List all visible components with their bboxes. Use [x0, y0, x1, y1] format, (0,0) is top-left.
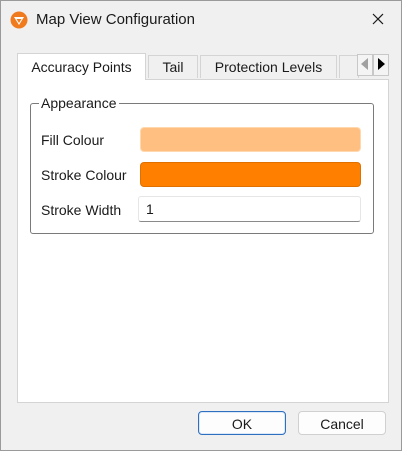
appearance-group: Appearance Fill Colour Stroke Colour Str…	[30, 94, 374, 234]
chevron-right-icon	[377, 57, 385, 73]
app-logo-icon	[10, 11, 28, 29]
stroke-width-input[interactable]	[138, 196, 361, 222]
tab-tail[interactable]: Tail	[148, 55, 198, 78]
tab-strip: Accuracy Points Tail Protection Levels	[17, 53, 391, 80]
tab-protection-levels[interactable]: Protection Levels	[200, 55, 337, 78]
ok-button[interactable]: OK	[198, 411, 286, 435]
tab-label: Accuracy Points	[31, 59, 132, 75]
tab-scroll-right-button[interactable]	[373, 54, 389, 76]
window-title: Map View Configuration	[36, 11, 195, 28]
tab-scroll-left-button[interactable]	[357, 54, 373, 76]
stroke-colour-label: Stroke Colour	[41, 167, 127, 183]
stroke-width-label: Stroke Width	[41, 202, 122, 218]
stroke-colour-swatch[interactable]	[140, 162, 361, 187]
cancel-button[interactable]: Cancel	[298, 411, 386, 435]
close-icon	[372, 12, 384, 28]
fill-colour-swatch[interactable]	[140, 127, 361, 152]
tab-label: Tail	[162, 59, 184, 75]
dialog-window: Map View Configuration Accuracy Points T…	[0, 0, 402, 451]
title-bar[interactable]: Map View Configuration	[1, 1, 401, 39]
close-button[interactable]	[355, 1, 401, 39]
tab-accuracy-points[interactable]: Accuracy Points	[17, 53, 146, 80]
chevron-left-icon	[361, 57, 369, 73]
appearance-group-title: Appearance	[39, 94, 119, 112]
tab-scroll-buttons	[357, 54, 391, 78]
tab-panel-accuracy-points: Appearance Fill Colour Stroke Colour Str…	[17, 79, 389, 403]
tab-label: Protection Levels	[214, 59, 323, 75]
tab-overflow-partial[interactable]	[339, 55, 359, 78]
fill-colour-label: Fill Colour	[41, 132, 105, 148]
